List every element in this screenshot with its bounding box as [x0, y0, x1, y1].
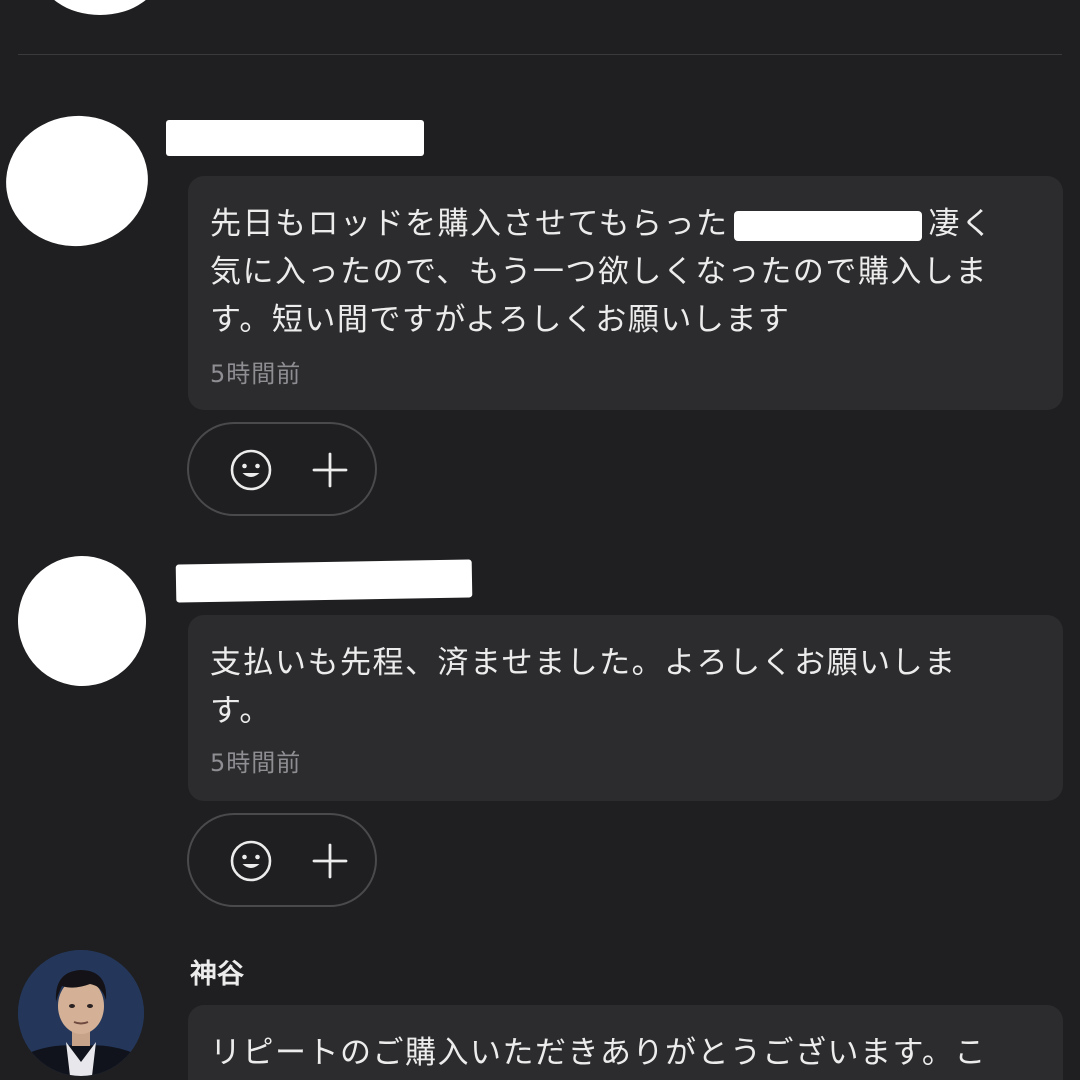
divider — [18, 54, 1062, 55]
redacted-username — [166, 120, 424, 156]
seller-avatar[interactable] — [18, 950, 144, 1076]
redacted-avatar — [40, 0, 160, 15]
redacted-username — [175, 559, 473, 603]
redacted-avatar — [11, 549, 153, 693]
message-bubble: リピートのご購入いただきありがとうございます。こ — [188, 1005, 1063, 1080]
redacted-avatar — [0, 106, 157, 256]
redacted-text — [734, 210, 923, 241]
message-text: 先日もロッドを購入させてもらった 凄く 気に入ったので、もう一つ欲しくなったので購… — [210, 206, 994, 338]
message-bubble: 支払いも先程、済ませました。よろしくお願いしま す。 5時間前 — [188, 615, 1063, 801]
reaction-bar[interactable] — [187, 422, 377, 516]
message-bubble: 先日もロッドを購入させてもらった 凄く 気に入ったので、もう一つ欲しくなったので購… — [188, 176, 1063, 410]
smiley-icon[interactable] — [229, 448, 273, 492]
plus-icon[interactable] — [311, 451, 349, 489]
message-timestamp: 5時間前 — [210, 749, 302, 777]
chat-screen: 先日もロッドを購入させてもらった 凄く 気に入ったので、もう一つ欲しくなったので購… — [0, 0, 1080, 1080]
message-text: 支払いも先程、済ませました。よろしくお願いしま す。 — [210, 645, 957, 729]
seller-photo — [18, 950, 144, 1076]
plus-icon[interactable] — [311, 842, 349, 880]
reaction-bar[interactable] — [187, 813, 377, 907]
seller-name: 神谷 — [190, 959, 244, 990]
message-text: リピートのご購入いただきありがとうございます。こ — [210, 1035, 987, 1071]
message-timestamp: 5時間前 — [210, 360, 302, 388]
smiley-icon[interactable] — [229, 839, 273, 883]
